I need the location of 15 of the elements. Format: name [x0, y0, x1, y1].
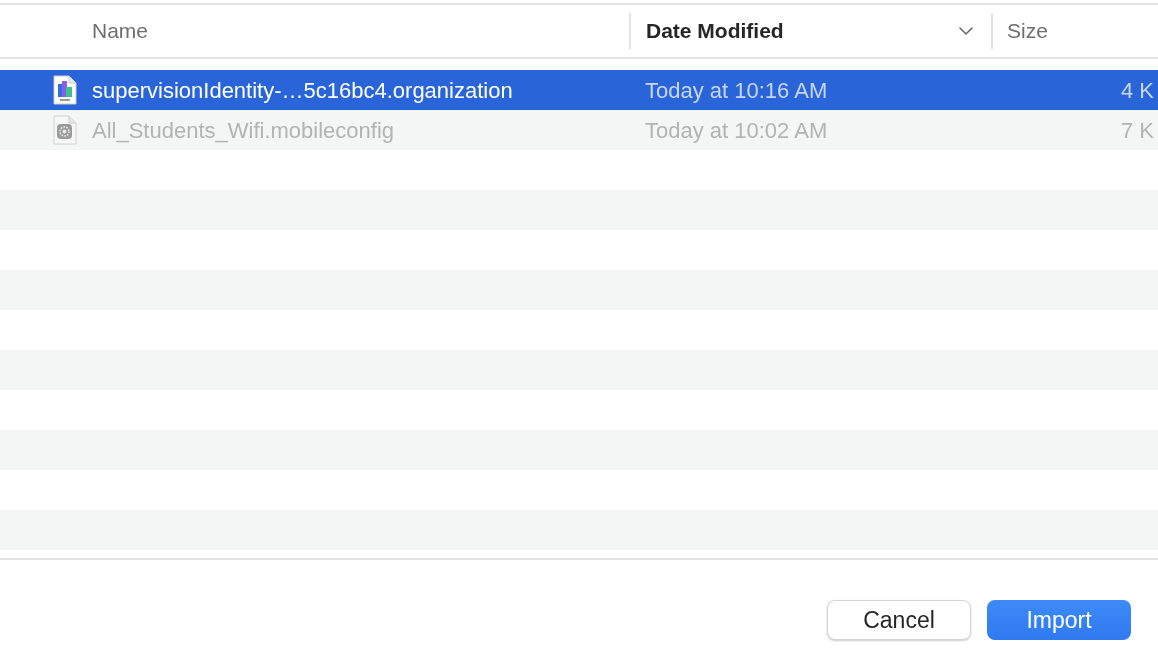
file-row[interactable]: supervisionIdentity-…5c16bc4.organization Today at 10:16 AM 4 K — [0, 70, 1158, 110]
gear-file-icon — [53, 115, 77, 145]
file-size: 4 K — [1120, 76, 1154, 105]
cancel-button[interactable]: Cancel — [827, 600, 971, 640]
organization-file-icon — [53, 75, 77, 105]
column-header[interactable]: Size — [1007, 15, 1048, 47]
file-name: supervisionIdentity-…5c16bc4.organization — [92, 76, 513, 105]
column-header[interactable]: Name — [92, 15, 149, 47]
column-header[interactable]: Date Modified — [646, 15, 784, 47]
file-size: 7 K — [1120, 116, 1154, 145]
date-modified: Today at 10:02 AM — [645, 116, 828, 145]
chevron-down-icon[interactable] — [959, 27, 973, 35]
date-modified: Today at 10:16 AM — [645, 76, 828, 105]
file-name: All_Students_Wifi.mobileconfig — [92, 116, 395, 145]
import-button[interactable]: Import — [987, 600, 1131, 640]
